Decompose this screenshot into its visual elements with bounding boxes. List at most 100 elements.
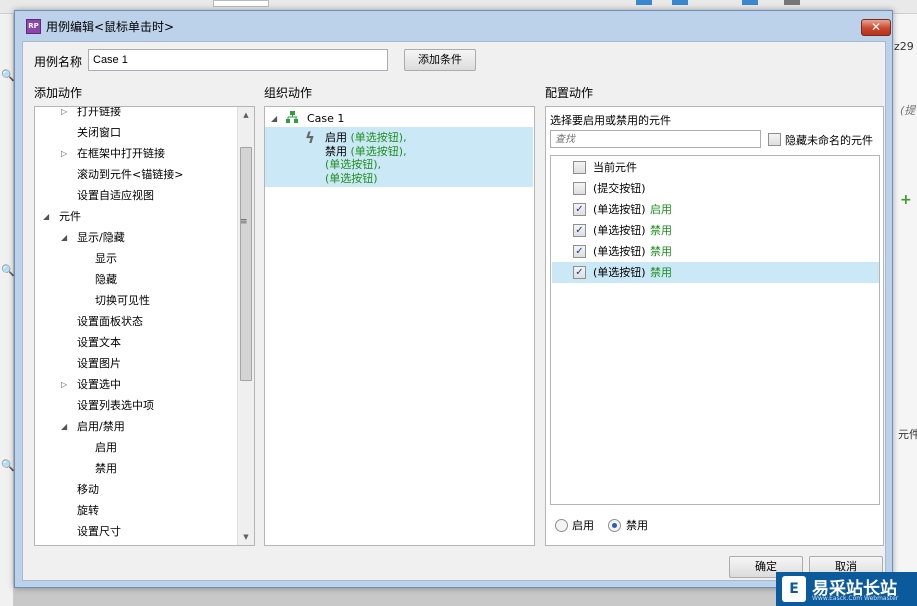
collapsed-triangle-icon[interactable]: ▷ <box>61 374 67 395</box>
search-input[interactable] <box>550 130 761 148</box>
action-tree-item[interactable]: 设置面板状态 <box>35 311 237 332</box>
widget-checkbox[interactable]: ✓ <box>573 224 586 237</box>
action-tree-item-label: 滚动到元件<锚链接> <box>77 168 184 181</box>
collapsed-triangle-icon[interactable]: ▷ <box>61 107 67 122</box>
widget-list-item[interactable]: ✓ (单选按钮) 禁用 <box>552 262 879 283</box>
axure-app-icon: RP <box>26 19 41 34</box>
widget-checkbox[interactable]: ✓ <box>573 245 586 258</box>
expanded-triangle-icon[interactable]: ◢ <box>61 416 67 437</box>
action-tree-item-label: 关闭窗口 <box>77 126 121 139</box>
action-tree-item[interactable]: ▷ 置于顶层/底层 <box>35 542 237 545</box>
hide-unnamed-checkbox[interactable] <box>768 133 781 146</box>
background-toolbar-field <box>213 0 269 7</box>
widget-checkbox[interactable]: ✓ <box>573 266 586 279</box>
action-tree-item-label: 切换可见性 <box>95 294 150 307</box>
widget-state: 禁用 <box>650 224 672 237</box>
widget-checkbox[interactable]: ✓ <box>573 203 586 216</box>
widget-name: (单选按钮) <box>593 245 646 258</box>
widget-list-item[interactable]: ✓ (单选按钮) 禁用 <box>552 220 879 241</box>
action-tree-item-label: 设置面板状态 <box>77 315 143 328</box>
action-tree-item[interactable]: 设置列表选中项 <box>35 395 237 416</box>
action-target: (单选按钮) <box>325 171 378 185</box>
action-tree-item-label: 设置尺寸 <box>77 525 121 538</box>
close-button[interactable]: ✕ <box>861 19 891 36</box>
scroll-down-icon[interactable]: ▼ <box>238 529 254 545</box>
action-tree-item[interactable]: ◢ 元件 <box>35 206 237 227</box>
background-right-panel: z29 (提 + 元件 <box>892 14 917 606</box>
search-icon: 🔍 <box>1 264 15 277</box>
configure-action-panel: 选择要启用或禁用的元件 隐藏未命名的元件 当前元件 (提交按钮) ✓ (单选按钮) 启用… <box>545 106 884 546</box>
widget-checkbox[interactable] <box>573 161 586 174</box>
action-tree-item[interactable]: 禁用 <box>35 458 237 479</box>
action-tree-item[interactable]: 切换可见性 <box>35 290 237 311</box>
hide-unnamed-label: 隐藏未命名的元件 <box>785 134 873 147</box>
dialog-content: 用例名称 添加条件 添加动作 组织动作 配置动作 ▷ 打开链接关闭窗口 ▷ 在框架中打… <box>22 41 886 581</box>
background-toolbar-icon <box>636 0 652 5</box>
collapsed-triangle-icon[interactable]: ▷ <box>61 143 67 164</box>
action-line: (单选按钮) <box>325 172 378 185</box>
case-editor-dialog: RP 用例编辑<鼠标单击时> ✕ 用例名称 添加条件 添加动作 组织动作 配置动… <box>14 10 893 588</box>
configure-action-heading: 配置动作 <box>545 86 594 100</box>
widget-name: 当前元件 <box>593 161 637 174</box>
background-text: 元件 <box>898 428 917 441</box>
action-tree-item[interactable]: 旋转 <box>35 500 237 521</box>
collapsed-triangle-icon[interactable]: ▷ <box>61 542 67 545</box>
action-tree-scrollbar[interactable]: ▲ ≡ ▼ <box>237 107 254 545</box>
enable-radio-label: 启用 <box>572 519 594 532</box>
disable-radio[interactable] <box>608 519 621 532</box>
widget-state: 启用 <box>650 203 672 216</box>
action-line: 启用 (单选按钮), <box>325 131 407 144</box>
action-tree-item[interactable]: 设置文本 <box>35 332 237 353</box>
action-tree-item[interactable]: 显示 <box>35 248 237 269</box>
action-tree-panel: ▷ 打开链接 关闭窗口 ▷ 在框架中打开链接 滚动到元件<锚链接> 设置自适应视图 ◢ 元件 ◢ 显… <box>34 106 255 546</box>
organize-action-heading: 组织动作 <box>264 86 313 100</box>
widget-state: 禁用 <box>650 266 672 279</box>
case-label: Case 1 <box>307 112 345 125</box>
action-tree-item-label: 设置图片 <box>77 357 121 370</box>
widget-list-item[interactable]: 当前元件 <box>552 157 879 178</box>
widget-list-item[interactable]: (提交按钮) <box>552 178 879 199</box>
action-tree-item-label: 置于顶层/底层 <box>77 542 147 545</box>
widget-list-item[interactable]: ✓ (单选按钮) 禁用 <box>552 241 879 262</box>
action-tree-item[interactable]: 隐藏 <box>35 269 237 290</box>
action-tree-item[interactable]: ▷ 打开链接 <box>35 106 237 122</box>
action-tree-item[interactable]: 启用 <box>35 437 237 458</box>
background-left-panel: 🔍 🔍 🔍 <box>0 14 15 606</box>
enable-radio[interactable] <box>555 519 568 532</box>
action-item-selected[interactable]: ϟ 启用 (单选按钮), 禁用 (单选按钮), (单选按钮), (单选按钮) <box>265 127 533 187</box>
widget-name: (单选按钮) <box>593 203 646 216</box>
action-tree-item-label: 启用/禁用 <box>77 420 125 433</box>
action-tree-item[interactable]: 设置图片 <box>35 353 237 374</box>
scroll-thumb[interactable] <box>240 147 252 381</box>
action-tree-item-label: 移动 <box>77 483 99 496</box>
background-toolbar-icon <box>672 0 688 5</box>
action-tree-item[interactable]: 设置自适应视图 <box>35 185 237 206</box>
disable-radio-label: 禁用 <box>626 519 648 532</box>
action-tree-item[interactable]: 滚动到元件<锚链接> <box>35 164 237 185</box>
widget-state: 禁用 <box>650 245 672 258</box>
background-text: (提 <box>900 104 916 117</box>
widget-checkbox[interactable] <box>573 182 586 195</box>
action-tree-item[interactable]: 设置尺寸 <box>35 521 237 542</box>
widget-list-item[interactable]: ✓ (单选按钮) 启用 <box>552 199 879 220</box>
action-tree-item[interactable]: 关闭窗口 <box>35 122 237 143</box>
action-tree-item[interactable]: ◢ 启用/禁用 <box>35 416 237 437</box>
action-tree-item[interactable]: 移动 <box>35 479 237 500</box>
background-toolbar-icon <box>742 0 758 5</box>
action-tree-item[interactable]: ▷ 设置选中 <box>35 374 237 395</box>
expand-triangle-icon[interactable]: ◢ <box>271 110 277 128</box>
action-tree-item[interactable]: ▷ 在框架中打开链接 <box>35 143 237 164</box>
expanded-triangle-icon[interactable]: ◢ <box>43 206 49 227</box>
action-tree-item-label: 打开链接 <box>77 106 121 118</box>
case-name-input[interactable] <box>88 49 388 71</box>
action-target: (单选按钮), <box>350 144 407 158</box>
add-condition-button[interactable]: 添加条件 <box>404 49 476 71</box>
action-target: (单选按钮), <box>325 158 382 171</box>
action-tree-item-label: 设置选中 <box>77 378 121 391</box>
expanded-triangle-icon[interactable]: ◢ <box>61 227 67 248</box>
action-tree-item-label: 设置文本 <box>77 336 121 349</box>
scroll-up-icon[interactable]: ▲ <box>238 107 254 123</box>
action-tree-item[interactable]: ◢ 显示/隐藏 <box>35 227 237 248</box>
watermark-url: Www.Easck.Com Webmaster <box>812 595 899 602</box>
dialog-title: 用例编辑<鼠标单击时> <box>46 20 175 34</box>
